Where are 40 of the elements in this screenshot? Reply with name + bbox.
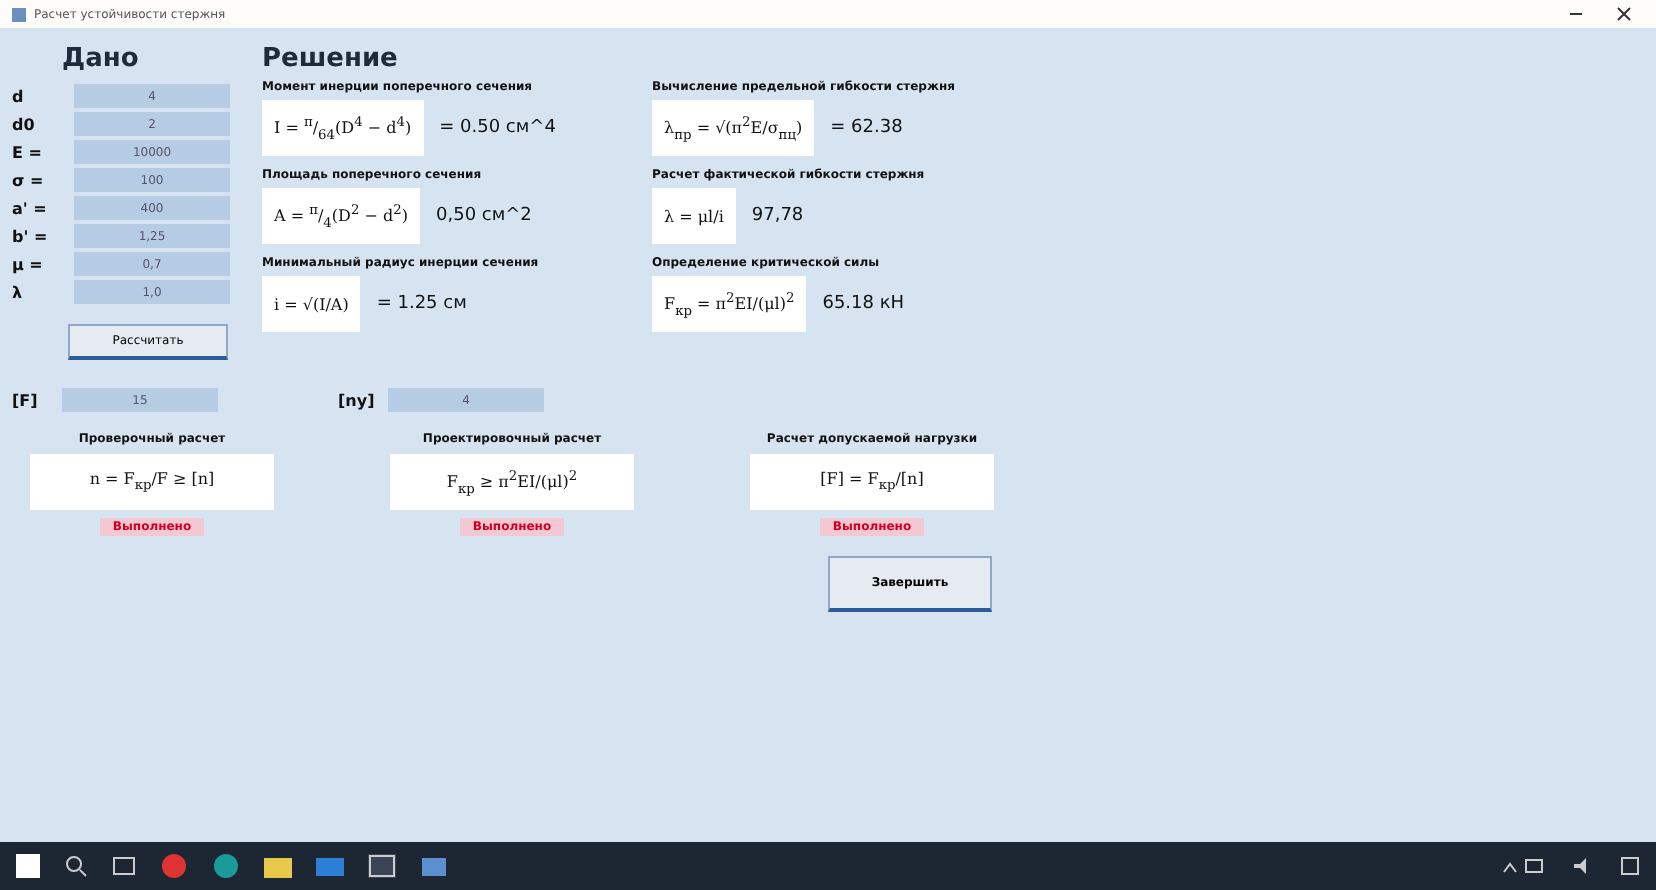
formula-box: i = √(I/A) [262, 276, 361, 332]
task-view-icon[interactable] [112, 854, 136, 878]
section-heading: Решение [262, 44, 400, 74]
field-label: d [12, 87, 26, 105]
field-label: μ = [12, 255, 45, 273]
tray-icons[interactable] [1500, 856, 1548, 876]
result-value: = 62.38 [830, 118, 903, 138]
formula-box: F$_{кр}$ = π$^{2}$EI/(μl)$^{2}$ [652, 276, 807, 332]
field-label: [F] [12, 391, 40, 409]
formula-box: A = $^{π}$/$_{4}$(D$^{2}$ − d$^{2}$) [262, 188, 420, 244]
formula-box: λ = μl/i [652, 188, 736, 244]
result-value: 97,78 [751, 206, 804, 226]
field-label: σ = [12, 171, 46, 189]
app-icon [12, 7, 26, 21]
app-square-icon[interactable] [316, 854, 344, 878]
app-circle-icon[interactable] [212, 852, 240, 880]
result-value: 0,50 см^2 [436, 206, 532, 226]
formula-box: λ$_{пр}$ = √(π$^{2}$E/σ$_{пц}$) [652, 100, 815, 156]
result-value: = 0.50 см^4 [439, 118, 556, 138]
field-label: [ny] [338, 391, 377, 409]
windows-start-icon[interactable] [16, 854, 40, 878]
formula-box: F$_{кр}$ ≥ π$^{2}$EI/(μl)$^{2}$ [390, 454, 634, 510]
app-window-icon[interactable] [420, 854, 448, 878]
field-label: E = [12, 143, 44, 161]
section-heading: Дано [60, 44, 141, 74]
formula-box: n = F$_{кр}$/F ≥ [n] [30, 454, 274, 510]
folder-icon[interactable] [264, 854, 292, 878]
close-icon[interactable] [1616, 6, 1632, 22]
result-value: = 1.25 см [376, 294, 467, 314]
field-label: b' = [12, 227, 50, 245]
result-value: 65.18 кН [822, 294, 905, 314]
formula-box: I = $^{π}$/$_{64}$(D$^{4}$ − d$^{4}$) [262, 100, 424, 156]
field-label: λ [12, 283, 25, 301]
formula-box: [F] = F$_{кр}$/[n] [750, 454, 994, 510]
search-icon[interactable] [64, 854, 88, 878]
app-window-icon[interactable] [368, 854, 396, 878]
field-label: a' = [12, 199, 49, 217]
notification-icon[interactable] [1620, 856, 1640, 876]
app-circle-icon[interactable] [160, 852, 188, 880]
field-label: d0 [12, 115, 37, 133]
